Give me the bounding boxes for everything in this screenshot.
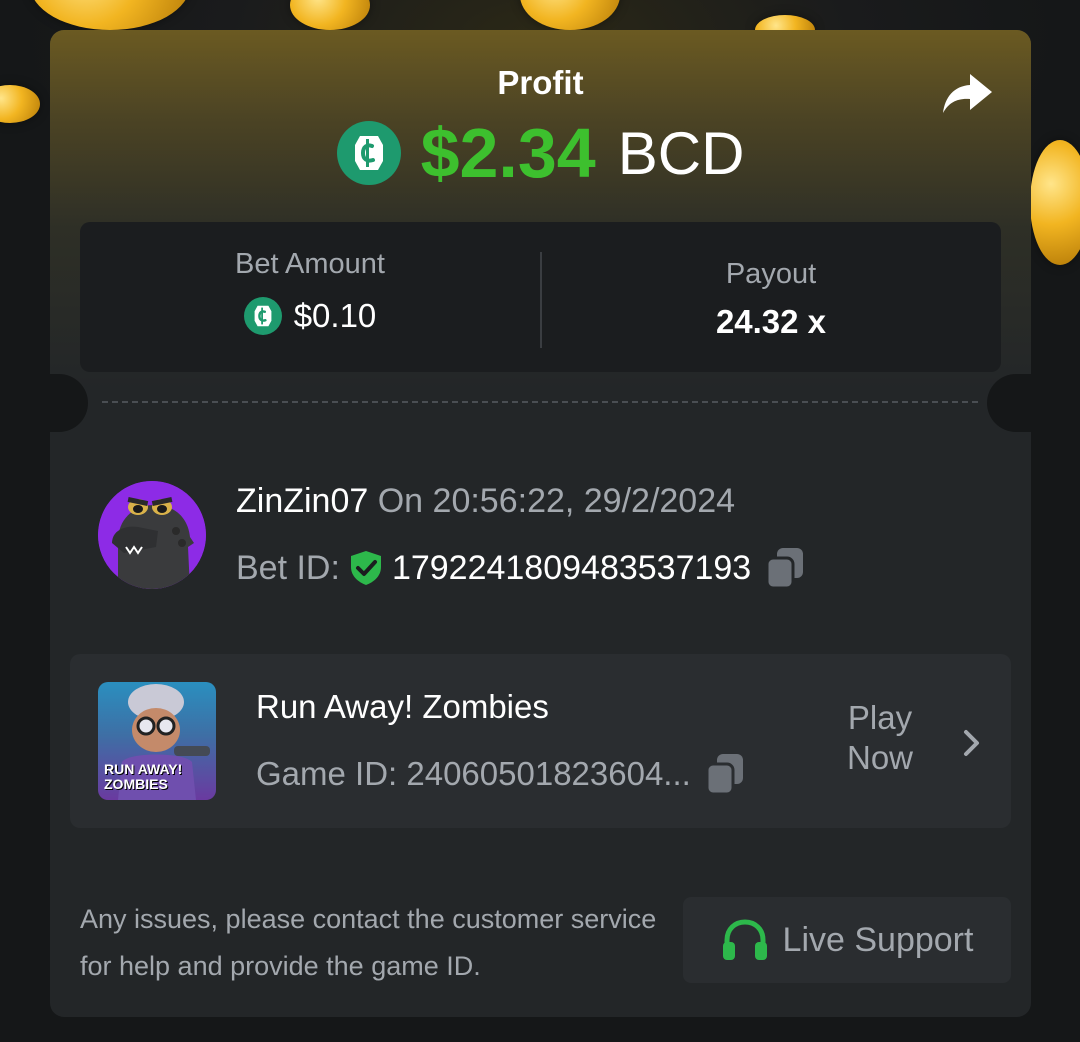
copy-icon[interactable] [705, 752, 745, 796]
profit-label: Profit [497, 64, 584, 101]
headset-icon [721, 918, 769, 962]
game-row[interactable]: RUN AWAY! ZOMBIES Run Away! Zombies Game… [70, 654, 1011, 828]
avatar[interactable] [98, 481, 206, 589]
help-text: Any issues, please contact the customer … [80, 904, 657, 981]
payout-label: Payout [725, 258, 817, 290]
bet-id-label: Bet ID: [236, 548, 340, 587]
verified-shield-icon [348, 549, 384, 587]
game-thumbnail[interactable]: RUN AWAY! ZOMBIES [98, 682, 216, 800]
profit-amount: $2.34 [420, 114, 596, 192]
payout-value: 24.32 x [715, 303, 827, 340]
game-title[interactable]: Run Away! Zombies [256, 688, 549, 726]
live-support-label: Live Support [782, 920, 974, 959]
ticket-divider [102, 401, 978, 403]
user-line: ZinZin07 On 20:56:22, 29/2/2024 [236, 482, 735, 521]
decorative-coin [520, 0, 620, 30]
bet-stats-panel: Bet Amount $0.10 Payout 24.32 x [80, 222, 1001, 372]
profit-row: $2.34 BCD [50, 114, 1031, 192]
decorative-coin [0, 85, 40, 123]
bet-amount-stat: Bet Amount $0.10 [80, 222, 540, 372]
play-now-button[interactable]: Play Now [830, 698, 930, 778]
decorative-coin [30, 0, 190, 30]
ticket-notch-right [987, 374, 1031, 432]
chevron-right-icon[interactable] [960, 728, 984, 758]
decorative-coin [1030, 140, 1080, 265]
game-id-row: Game ID: 24060501823604... [256, 752, 745, 796]
bet-result-card: Profit $2.34 BCD Bet Amount $0.10 Payout… [50, 30, 1031, 1017]
copy-icon[interactable] [765, 546, 805, 590]
bet-amount-value-row: $0.10 [80, 297, 540, 335]
profit-currency: BCD [617, 119, 745, 187]
payout-stat: Payout 24.32 x [541, 222, 1001, 372]
game-thumbnail-label: RUN AWAY! ZOMBIES [104, 761, 183, 792]
game-id: Game ID: 24060501823604... [256, 755, 691, 792]
bcd-coin-icon [336, 121, 401, 185]
bet-id-value: 1792241809483537193 [391, 548, 752, 587]
decorative-coin [290, 0, 370, 30]
bet-amount-value: $0.10 [293, 297, 377, 334]
bet-amount-label: Bet Amount [235, 248, 385, 280]
live-support-button[interactable]: Live Support [683, 897, 1011, 983]
bcd-coin-icon [243, 297, 282, 335]
username[interactable]: ZinZin07 [236, 482, 368, 520]
bet-id-row: Bet ID: 1792241809483537193 [236, 546, 805, 590]
bet-timestamp: On 20:56:22, 29/2/2024 [377, 482, 736, 520]
